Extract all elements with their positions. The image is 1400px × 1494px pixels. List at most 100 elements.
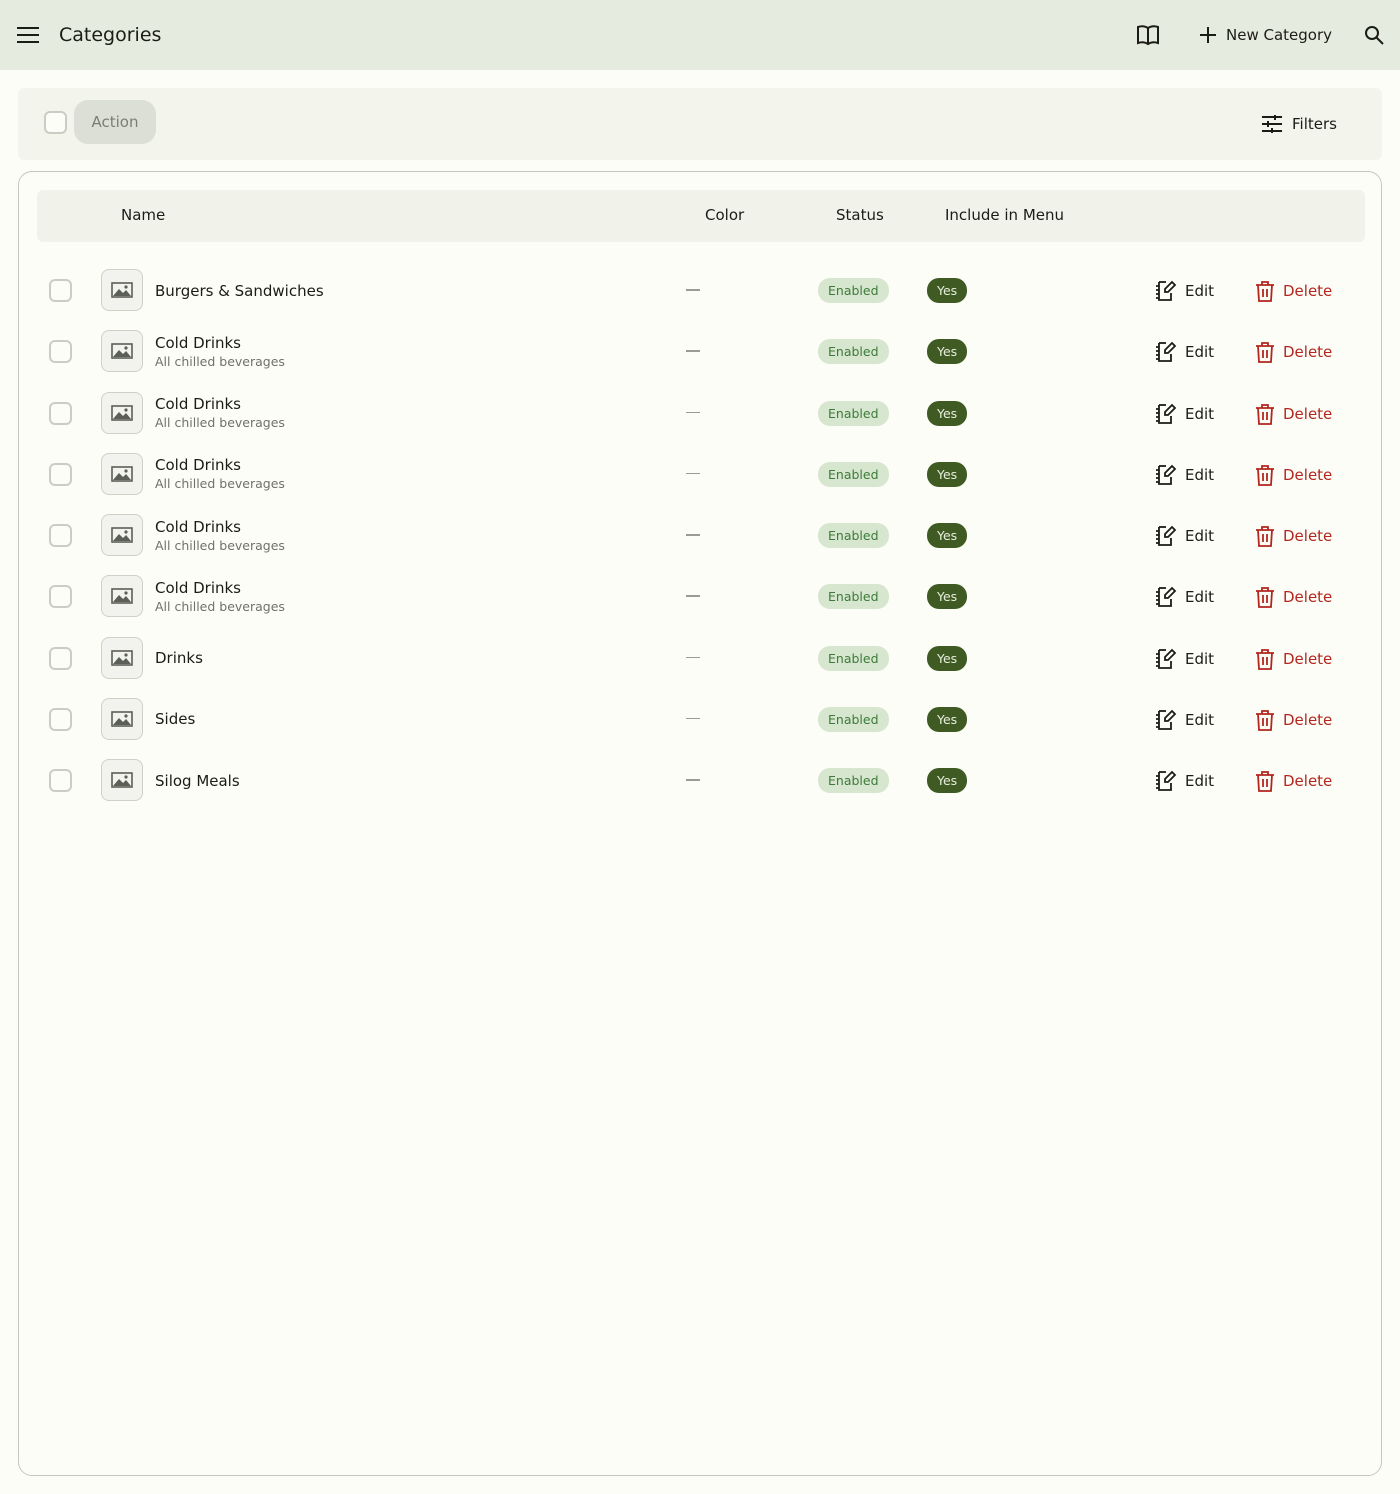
- delete-button[interactable]: Delete: [1255, 398, 1332, 430]
- row-checkbox[interactable]: [49, 707, 72, 731]
- new-category-button[interactable]: New Category: [1192, 17, 1340, 53]
- filters-button[interactable]: Filters: [1262, 110, 1337, 138]
- edit-button[interactable]: Edit: [1155, 336, 1214, 368]
- select-all-checkbox[interactable]: [44, 111, 67, 134]
- menu-book-button[interactable]: [1134, 21, 1162, 49]
- edit-note-icon: [1156, 403, 1177, 424]
- delete-button[interactable]: Delete: [1255, 581, 1332, 613]
- hamburger-menu-icon: [17, 27, 39, 43]
- trash-icon: [1256, 526, 1274, 547]
- column-header-include-in-menu[interactable]: Include in Menu: [945, 206, 1064, 224]
- edit-label: Edit: [1185, 343, 1215, 362]
- delete-button[interactable]: Delete: [1255, 520, 1332, 552]
- category-name: Drinks: [155, 649, 203, 667]
- delete-label: Delete: [1283, 710, 1333, 729]
- image-placeholder-icon: [111, 282, 133, 298]
- edit-button[interactable]: Edit: [1155, 275, 1214, 307]
- categories-table: Name Color Status Include in Menu Burger…: [18, 171, 1382, 1476]
- category-thumbnail: [101, 636, 143, 679]
- edit-note-icon: [1156, 464, 1177, 485]
- include-in-menu-badge: Yes: [927, 339, 968, 365]
- edit-button[interactable]: Edit: [1155, 765, 1214, 797]
- color-empty-dash: [686, 656, 700, 658]
- page-title: Categories: [59, 24, 162, 46]
- row-checkbox[interactable]: [49, 401, 72, 425]
- menu-button[interactable]: [14, 21, 42, 49]
- table-row[interactable]: Cold Drinks All chilled beverages Enable…: [19, 444, 1381, 505]
- column-header-name[interactable]: Name: [121, 206, 165, 224]
- edit-label: Edit: [1185, 527, 1215, 545]
- category-thumbnail: [101, 759, 143, 801]
- color-empty-dash: [686, 289, 700, 291]
- image-placeholder-icon: [111, 465, 133, 482]
- status-badge: Enabled: [818, 339, 889, 365]
- delete-label: Delete: [1283, 282, 1333, 300]
- column-header-status[interactable]: Status: [836, 206, 884, 224]
- table-row[interactable]: Cold Drinks All chilled beverages Enable…: [19, 383, 1381, 444]
- edit-note-icon: [1156, 341, 1177, 363]
- table-row[interactable]: Cold Drinks All chilled beverages Enable…: [19, 505, 1381, 566]
- action-button[interactable]: Action: [74, 100, 156, 144]
- image-placeholder-icon: [111, 588, 133, 605]
- delete-label: Delete: [1283, 588, 1333, 607]
- category-name: Cold Drinks: [155, 517, 242, 536]
- delete-label: Delete: [1283, 465, 1333, 484]
- image-placeholder-icon: [111, 649, 133, 666]
- row-checkbox[interactable]: [49, 646, 72, 670]
- row-checkbox[interactable]: [49, 279, 72, 302]
- row-checkbox[interactable]: [49, 340, 72, 364]
- column-header-color[interactable]: Color: [705, 206, 744, 224]
- edit-button[interactable]: Edit: [1155, 459, 1214, 491]
- delete-button[interactable]: Delete: [1255, 275, 1332, 307]
- category-name: Cold Drinks: [155, 456, 242, 475]
- image-placeholder-icon: [111, 772, 133, 788]
- edit-button[interactable]: Edit: [1155, 643, 1214, 675]
- delete-button[interactable]: Delete: [1255, 704, 1332, 736]
- category-thumbnail: [101, 514, 143, 556]
- edit-button[interactable]: Edit: [1155, 520, 1214, 552]
- category-thumbnail: [101, 269, 143, 311]
- category-name-cell: Cold Drinks All chilled beverages: [155, 321, 285, 382]
- delete-label: Delete: [1283, 343, 1333, 362]
- row-checkbox[interactable]: [49, 769, 72, 792]
- category-name-cell: Cold Drinks All chilled beverages: [155, 383, 285, 444]
- table-row[interactable]: Silog Meals Enabled Yes Edit Delete: [19, 750, 1381, 811]
- category-thumbnail: [101, 391, 143, 434]
- table-row[interactable]: Cold Drinks All chilled beverages Enable…: [19, 566, 1381, 627]
- trash-icon: [1256, 771, 1274, 792]
- category-name-cell: Cold Drinks All chilled beverages: [155, 566, 285, 627]
- status-badge: Enabled: [818, 278, 889, 303]
- edit-button[interactable]: Edit: [1155, 398, 1214, 430]
- edit-note-icon: [1156, 648, 1177, 669]
- color-empty-dash: [686, 595, 700, 597]
- edit-button[interactable]: Edit: [1155, 704, 1214, 736]
- edit-button[interactable]: Edit: [1155, 581, 1214, 613]
- row-checkbox[interactable]: [49, 585, 72, 609]
- row-checkbox[interactable]: [49, 524, 72, 547]
- category-name: Cold Drinks: [155, 578, 242, 597]
- delete-button[interactable]: Delete: [1255, 765, 1332, 797]
- edit-label: Edit: [1185, 282, 1215, 300]
- edit-note-icon: [1156, 586, 1177, 608]
- image-placeholder-icon: [111, 710, 133, 727]
- color-empty-dash: [686, 350, 700, 352]
- delete-button[interactable]: Delete: [1255, 459, 1332, 491]
- category-name: Burgers & Sandwiches: [155, 281, 324, 300]
- table-row[interactable]: Cold Drinks All chilled beverages Enable…: [19, 321, 1381, 382]
- table-row[interactable]: Burgers & Sandwiches Enabled Yes Edit De…: [19, 260, 1381, 321]
- search-button[interactable]: [1360, 21, 1388, 49]
- include-in-menu-badge: Yes: [927, 768, 968, 793]
- table-row[interactable]: Drinks Enabled Yes Edit Delete: [19, 628, 1381, 689]
- delete-button[interactable]: Delete: [1255, 643, 1332, 675]
- include-in-menu-badge: Yes: [927, 645, 968, 671]
- delete-button[interactable]: Delete: [1255, 336, 1332, 368]
- tune-sliders-icon: [1262, 115, 1282, 133]
- category-name-cell: Silog Meals: [155, 750, 240, 811]
- edit-note-icon: [1156, 280, 1177, 301]
- row-checkbox[interactable]: [49, 462, 72, 486]
- new-category-label: New Category: [1226, 26, 1333, 44]
- category-thumbnail: [101, 575, 143, 618]
- trash-icon: [1256, 709, 1274, 731]
- category-name: Sides: [155, 710, 196, 729]
- table-row[interactable]: Sides Enabled Yes Edit Delete: [19, 689, 1381, 750]
